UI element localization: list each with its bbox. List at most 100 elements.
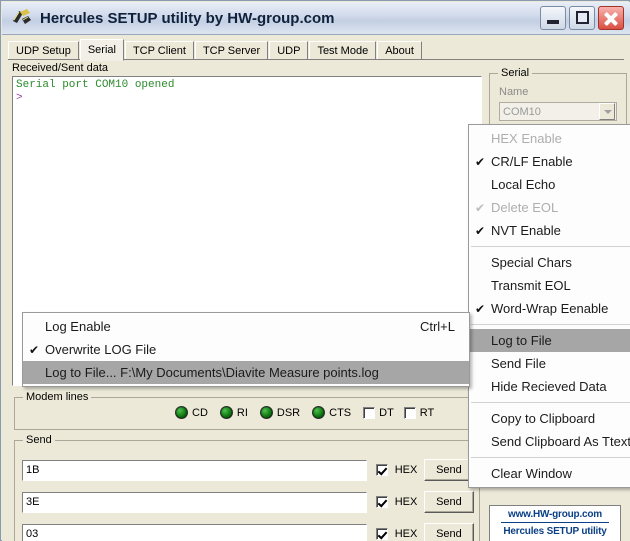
tab-tcp-client[interactable]: TCP Client	[124, 41, 194, 60]
menu-item-word-wrap-eenable[interactable]: ✔ Word-Wrap Eenable	[469, 297, 630, 320]
hw-group-logo: www.HW-group.com Hercules SETUP utility …	[489, 505, 621, 541]
menu-item-label: NVT Enable	[491, 223, 561, 238]
chevron-down-icon[interactable]	[599, 103, 615, 120]
submenu-item-log-to-file-f-my-documents-diavite-measure-points-log[interactable]: Log to File... F:\My Documents\Diavite M…	[23, 361, 469, 384]
menu-item-hide-recieved-data[interactable]: Hide Recieved Data	[469, 375, 630, 398]
menu-item-label: Send File	[491, 356, 546, 371]
menu-item-label: Log to File... F:\My Documents\Diavite M…	[45, 365, 379, 380]
menu-item-send-clipboard-as-ttext[interactable]: Send Clipboard As Ttext	[469, 430, 630, 453]
menu-separator	[471, 402, 630, 403]
minimize-button[interactable]	[540, 6, 566, 30]
submenu-item-log-enable[interactable]: Log Enable Ctrl+L	[23, 315, 469, 338]
menu-item-label: Send Clipboard As Ttext	[491, 434, 630, 449]
checkbox-icon[interactable]	[375, 496, 388, 508]
logo-website: www.HW-group.com	[508, 509, 602, 520]
menu-item-nvt-enable[interactable]: ✔ NVT Enable	[469, 219, 630, 242]
tab-test-mode[interactable]: Test Mode	[309, 41, 377, 60]
checkbox-icon[interactable]	[403, 406, 416, 419]
hex-toggle-3[interactable]: HEX	[375, 528, 422, 540]
menu-item-send-file[interactable]: Send File	[469, 352, 630, 375]
tab-about[interactable]: About	[377, 41, 422, 60]
hex-toggle-2[interactable]: HEX	[375, 496, 422, 508]
menu-item-label: Transmit EOL	[491, 278, 571, 293]
send-row: HEX Send	[22, 521, 474, 541]
hercules-app-icon	[10, 7, 34, 29]
checkbox-icon[interactable]	[375, 528, 388, 540]
application-window: Hercules SETUP utility by HW-group.com U…	[0, 0, 630, 541]
led-icon	[312, 406, 326, 419]
tab-udp[interactable]: UDP	[269, 41, 309, 60]
checkmark-icon: ✔	[474, 200, 486, 215]
tab-tcp-server[interactable]: TCP Server	[194, 41, 269, 60]
menu-item-special-chars[interactable]: Special Chars	[469, 251, 630, 274]
tab-strip: UDP Setup Serial TCP Client TCP Server U…	[8, 38, 624, 61]
menu-item-label: Copy to Clipboard	[491, 411, 596, 426]
send-button-1[interactable]: Send	[423, 459, 474, 481]
led-icon	[259, 406, 273, 419]
submenu-item-overwrite-log-file[interactable]: ✔ Overwrite LOG File	[23, 338, 469, 361]
window-title: Hercules SETUP utility by HW-group.com	[40, 9, 335, 27]
menu-separator	[471, 457, 630, 458]
logo-product: Hercules SETUP utility	[503, 526, 607, 537]
close-icon	[599, 7, 623, 29]
modem-lines-row: CD RI DSR CTS DT RT	[175, 406, 444, 419]
modem-led-label: RI	[236, 406, 248, 419]
modem-lines-group: Modem lines CD RI DSR CTS DT RT	[14, 391, 480, 430]
close-button[interactable]	[598, 6, 624, 30]
menu-item-label: HEX Enable	[491, 131, 562, 146]
checkmark-icon: ✔	[474, 154, 486, 169]
log-submenu[interactable]: Log Enable Ctrl+L ✔ Overwrite LOG File Log t…	[22, 312, 470, 387]
send-input-3[interactable]	[22, 523, 367, 541]
hex-toggle-1[interactable]: HEX	[375, 464, 422, 476]
checkbox-icon[interactable]	[363, 406, 376, 419]
checkbox-icon[interactable]	[375, 464, 388, 476]
send-row: HEX Send	[22, 489, 474, 515]
modem-led-label: CTS	[329, 406, 352, 419]
menu-item-label: Local Echo	[491, 177, 556, 192]
menu-item-hex-enable: HEX Enable	[469, 127, 630, 150]
send-group: Send HEX Send HEX Send	[14, 434, 480, 541]
hex-label: HEX	[394, 464, 418, 476]
menu-item-clear-window[interactable]: Clear Window	[469, 462, 630, 485]
menu-item-label: Log Enable	[45, 319, 111, 334]
maximize-button[interactable]	[569, 6, 595, 30]
menu-separator	[471, 246, 630, 247]
tab-udp-setup[interactable]: UDP Setup	[8, 41, 79, 60]
menu-item-cr-lf-enable[interactable]: ✔ CR/LF Enable	[469, 150, 630, 173]
menu-item-transmit-eol[interactable]: Transmit EOL	[469, 274, 630, 297]
modem-lines-title: Modem lines	[23, 391, 92, 403]
menu-item-delete-eol: ✔ Delete EOL	[469, 196, 630, 219]
menu-item-label: Overwrite LOG File	[45, 342, 157, 357]
received-line: >	[16, 92, 23, 104]
modem-led-ri: RI	[219, 406, 248, 419]
send-group-title: Send	[23, 434, 55, 446]
menu-item-copy-to-clipboard[interactable]: Copy to Clipboard	[469, 407, 630, 430]
modem-checkbox-dtr[interactable]: DT	[363, 406, 394, 419]
checkmark-icon: ✔	[474, 223, 486, 238]
send-input-2[interactable]	[22, 491, 367, 513]
send-button-3[interactable]: Send	[423, 523, 474, 541]
menu-item-label: CR/LF Enable	[491, 154, 573, 169]
hex-label: HEX	[394, 528, 418, 540]
received-data-label: Received/Sent data	[12, 62, 109, 74]
modem-checkbox-label: RT	[419, 406, 435, 419]
context-menu[interactable]: HEX Enable ✔ CR/LF Enable Local Echo ✔ Delete…	[468, 124, 630, 488]
checkmark-icon: ✔	[474, 301, 486, 316]
tab-serial[interactable]: Serial	[79, 39, 124, 61]
modem-led-label: DSR	[276, 406, 301, 419]
menu-item-label: Word-Wrap Eenable	[491, 301, 609, 316]
modem-checkbox-rts[interactable]: RT	[403, 406, 435, 419]
menu-item-local-echo[interactable]: Local Echo	[469, 173, 630, 196]
menu-item-log-to-file[interactable]: Log to File	[469, 329, 630, 352]
menu-separator	[471, 324, 630, 325]
send-input-1[interactable]	[22, 459, 367, 481]
minimize-icon	[547, 20, 559, 24]
modem-led-cd: CD	[175, 406, 208, 419]
modem-led-label: CD	[192, 406, 208, 419]
logo-divider	[501, 522, 609, 523]
menu-item-label: Delete EOL	[491, 200, 559, 215]
serial-port-select[interactable]: COM10	[499, 102, 617, 121]
hex-label: HEX	[394, 496, 418, 508]
send-button-2[interactable]: Send	[423, 491, 474, 513]
menu-item-shortcut: Ctrl+L	[419, 319, 455, 334]
